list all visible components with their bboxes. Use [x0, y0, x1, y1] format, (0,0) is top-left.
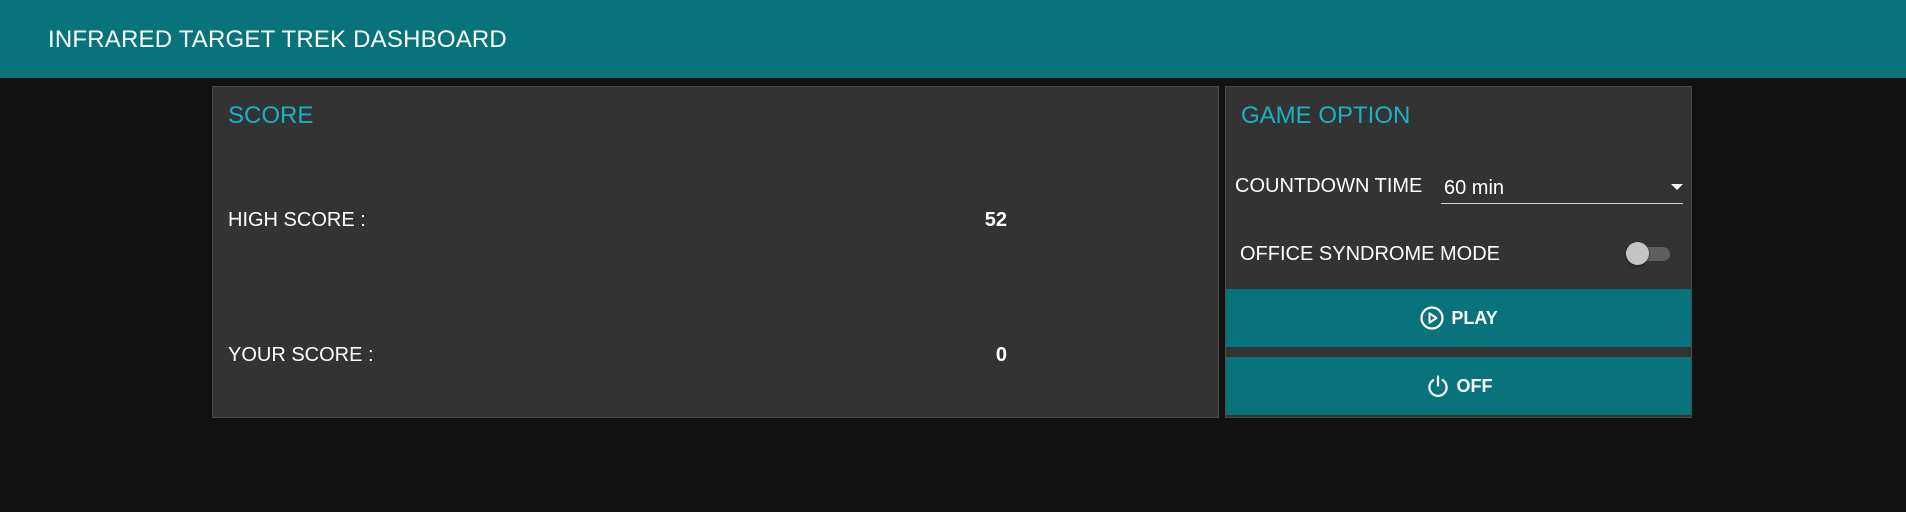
office-syndrome-mode-toggle[interactable] — [1626, 242, 1670, 265]
countdown-time-value: 60 min — [1444, 177, 1505, 199]
off-button[interactable]: OFF — [1226, 357, 1691, 415]
play-circle-icon — [1419, 305, 1445, 331]
game-option-title: GAME OPTION — [1241, 102, 1411, 129]
score-card: SCORE HIGH SCORE : 52 YOUR SCORE : 0 — [212, 86, 1219, 418]
your-score-value: 0 — [995, 344, 1007, 366]
countdown-time-select[interactable]: 60 min — [1441, 173, 1683, 204]
off-button-label: OFF — [1456, 375, 1493, 396]
game-option-card: GAME OPTION COUNTDOWN TIME 60 min OFFICE… — [1225, 86, 1692, 418]
app-title: INFRARED TARGET TREK DASHBOARD — [48, 26, 507, 53]
countdown-time-label: COUNTDOWN TIME — [1235, 175, 1423, 197]
high-score-label: HIGH SCORE : — [228, 209, 366, 231]
chevron-down-icon — [1671, 184, 1683, 190]
your-score-label: YOUR SCORE : — [228, 344, 374, 366]
score-card-title: SCORE — [228, 102, 314, 129]
play-button-label: PLAY — [1451, 307, 1498, 328]
header-bar: INFRARED TARGET TREK DASHBOARD — [0, 0, 1906, 78]
high-score-value: 52 — [984, 209, 1007, 231]
toggle-thumb — [1626, 242, 1649, 265]
play-button[interactable]: PLAY — [1226, 289, 1691, 347]
power-icon — [1425, 373, 1451, 399]
office-syndrome-mode-label: OFFICE SYNDROME MODE — [1240, 243, 1501, 265]
